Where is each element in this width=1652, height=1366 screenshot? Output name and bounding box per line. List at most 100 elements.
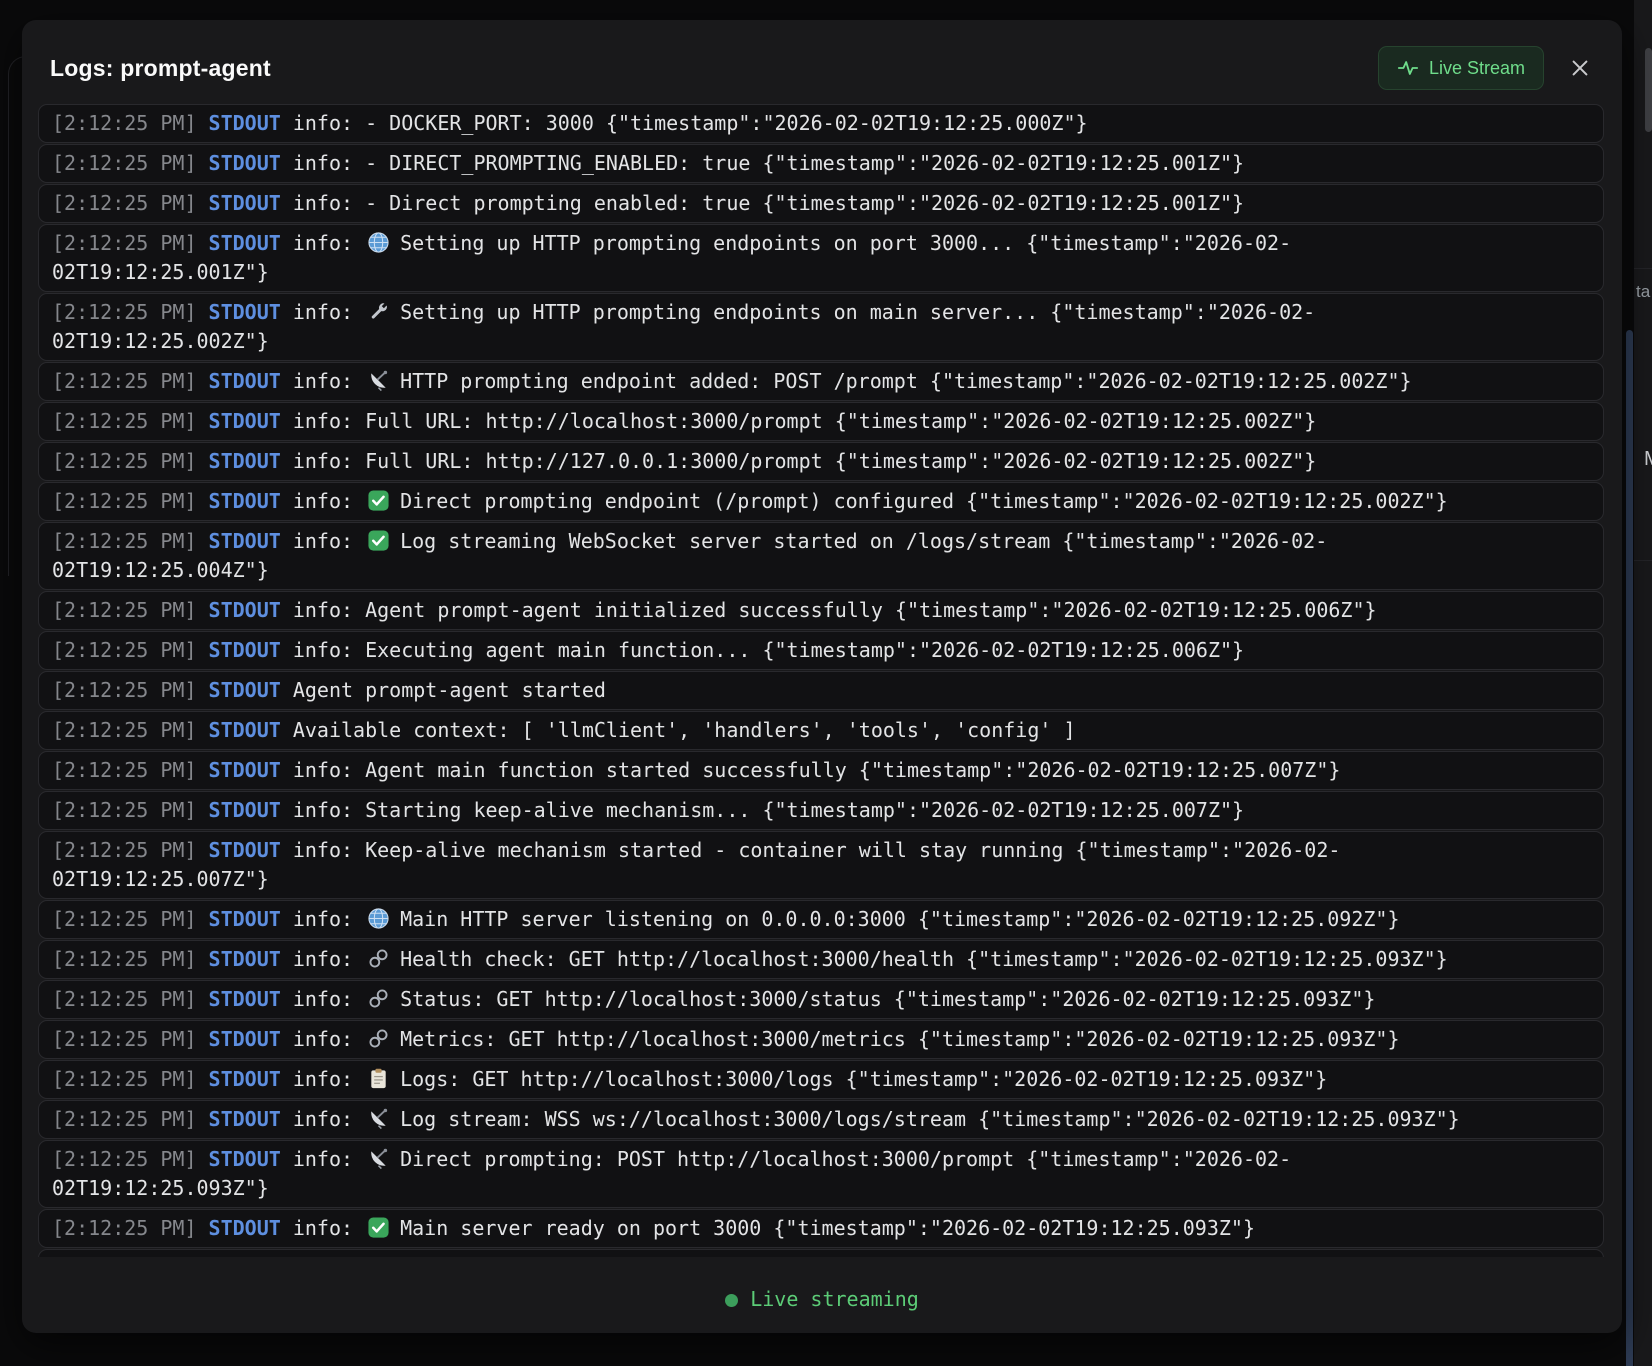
log-message: info: Metrics: GET http://localhost:3000… xyxy=(293,1027,1400,1051)
log-stream-badge: STDOUT xyxy=(209,947,281,971)
log-message: info: Main HTTP server listening on 0.0.… xyxy=(293,907,1400,931)
log-row: [2:12:25 PM] STDOUT info: - Direct promp… xyxy=(38,184,1604,223)
log-time: [2:12:25 PM] xyxy=(52,598,197,622)
log-stream-badge: STDOUT xyxy=(209,838,281,862)
log-row: [2:12:25 PM] STDOUT info: Starting keep-… xyxy=(38,791,1604,830)
log-stream-badge: STDOUT xyxy=(209,987,281,1011)
log-row: [2:12:25 PM] STDOUT info: Health check: … xyxy=(38,940,1604,979)
log-row: [2:12:25 PM] STDOUT info: Direct prompti… xyxy=(38,1140,1604,1208)
log-time: [2:12:25 PM] xyxy=(52,489,197,513)
log-row: [2:12:25 PM] STDOUT info: Direct prompti… xyxy=(38,482,1604,521)
log-list[interactable]: [2:12:25 PM] STDOUT info: - DOCKER_PORT:… xyxy=(22,104,1622,1257)
wrench-icon xyxy=(365,300,400,324)
log-time: [2:12:25 PM] xyxy=(52,1107,197,1131)
live-stream-button[interactable]: Live Stream xyxy=(1378,46,1544,90)
log-stream-badge: STDOUT xyxy=(209,798,281,822)
log-stream-badge: STDOUT xyxy=(209,369,281,393)
dialog-header: Logs: prompt-agent Live Stream xyxy=(22,20,1622,104)
log-stream-badge: STDOUT xyxy=(209,1027,281,1051)
log-stream-badge: STDOUT xyxy=(209,191,281,215)
log-time: [2:12:25 PM] xyxy=(52,718,197,742)
log-row: [2:12:25 PM] STDOUT info: Setting up HTT… xyxy=(38,293,1604,361)
log-message: info: - DIRECT_PROMPTING_ENABLED: true {… xyxy=(293,151,1244,175)
log-row: [2:12:25 PM] STDOUT Available context: [… xyxy=(38,711,1604,750)
log-stream-badge: STDOUT xyxy=(209,758,281,782)
log-message: info: Executing agent main function... {… xyxy=(293,638,1244,662)
log-time: [2:12:25 PM] xyxy=(52,1216,197,1240)
log-row: [2:12:25 PM] STDOUT info: Agent main fun… xyxy=(38,751,1604,790)
log-time: [2:12:25 PM] xyxy=(52,300,197,324)
log-time: [2:12:25 PM] xyxy=(52,151,197,175)
log-stream-badge: STDOUT xyxy=(209,718,281,742)
background-right-surface xyxy=(1634,0,1652,1366)
live-streaming-status: Live streaming xyxy=(22,1257,1622,1333)
log-message: info: Logs: GET http://localhost:3000/lo… xyxy=(293,1067,1327,1091)
log-time: [2:12:25 PM] xyxy=(52,1147,197,1171)
log-message: info: Full URL: http://127.0.0.1:3000/pr… xyxy=(293,449,1317,473)
log-row: [2:12:25 PM] STDOUT info: Keep-alive mec… xyxy=(38,831,1604,899)
log-message: info: Full URL: http://localhost:3000/pr… xyxy=(293,409,1317,433)
log-stream-badge: STDOUT xyxy=(209,1107,281,1131)
log-row: [2:14:19 PM] STDOUT info: Log stream Web… xyxy=(38,1249,1604,1257)
log-message: Available context: [ 'llmClient', 'handl… xyxy=(293,718,1076,742)
log-time: [2:12:25 PM] xyxy=(52,638,197,662)
log-message: info: HTTP prompting endpoint added: POS… xyxy=(293,369,1412,393)
log-stream-badge: STDOUT xyxy=(209,231,281,255)
scrollbar-thumb[interactable] xyxy=(1645,48,1652,132)
log-row: [2:12:25 PM] STDOUT info: Log streaming … xyxy=(38,522,1604,590)
live-dot-icon xyxy=(725,1294,738,1307)
log-stream-badge: STDOUT xyxy=(209,1216,281,1240)
log-row: [2:12:25 PM] STDOUT info: Main HTTP serv… xyxy=(38,900,1604,939)
close-icon xyxy=(1569,57,1591,79)
log-row: [2:12:25 PM] STDOUT info: Main server re… xyxy=(38,1209,1604,1248)
log-message: info: Health check: GET http://localhost… xyxy=(293,947,1448,971)
log-stream-badge: STDOUT xyxy=(209,300,281,324)
log-message: info: - DOCKER_PORT: 3000 {"timestamp":"… xyxy=(293,111,1088,135)
log-stream-badge: STDOUT xyxy=(209,638,281,662)
log-time: [2:12:25 PM] xyxy=(52,369,197,393)
log-time: [2:12:25 PM] xyxy=(52,191,197,215)
log-stream-badge: STDOUT xyxy=(209,1147,281,1171)
log-time: [2:12:25 PM] xyxy=(52,231,197,255)
log-stream-badge: STDOUT xyxy=(209,151,281,175)
globe-icon xyxy=(365,231,400,255)
log-stream-badge: STDOUT xyxy=(209,1067,281,1091)
log-row: [2:12:25 PM] STDOUT info: HTTP prompting… xyxy=(38,362,1604,401)
log-time: [2:12:25 PM] xyxy=(52,111,197,135)
log-row: [2:12:25 PM] STDOUT info: - DOCKER_PORT:… xyxy=(38,104,1604,143)
background-accent-bar xyxy=(1626,330,1633,1366)
close-button[interactable] xyxy=(1564,52,1596,84)
log-time: [2:12:25 PM] xyxy=(52,947,197,971)
log-time: [2:12:25 PM] xyxy=(52,987,197,1011)
log-row: [2:12:25 PM] STDOUT info: - DIRECT_PROMP… xyxy=(38,144,1604,183)
live-streaming-label: Live streaming xyxy=(750,1287,919,1311)
log-row: [2:12:25 PM] STDOUT info: Setting up HTT… xyxy=(38,224,1604,292)
log-stream-badge: STDOUT xyxy=(209,409,281,433)
log-time: [2:12:25 PM] xyxy=(52,838,197,862)
logs-dialog: Logs: prompt-agent Live Stream [2:12:25 … xyxy=(22,20,1622,1333)
log-time: [2:12:25 PM] xyxy=(52,449,197,473)
background-text-fragment: M xyxy=(1644,448,1652,471)
log-row: [2:12:25 PM] STDOUT info: Log stream: WS… xyxy=(38,1100,1604,1139)
log-stream-badge: STDOUT xyxy=(209,529,281,553)
page-title: Logs: prompt-agent xyxy=(50,55,271,82)
log-row: [2:12:25 PM] STDOUT info: Agent prompt-a… xyxy=(38,591,1604,630)
log-time: [2:12:25 PM] xyxy=(52,1027,197,1051)
log-stream-badge: STDOUT xyxy=(209,489,281,513)
log-message: info: Direct prompting endpoint (/prompt… xyxy=(293,489,1448,513)
link-icon xyxy=(365,987,400,1011)
live-stream-label: Live Stream xyxy=(1429,58,1525,79)
log-row: [2:12:25 PM] STDOUT info: Metrics: GET h… xyxy=(38,1020,1604,1059)
log-message: info: Log stream: WSS ws://localhost:300… xyxy=(293,1107,1460,1131)
log-row: [2:12:25 PM] STDOUT info: Status: GET ht… xyxy=(38,980,1604,1019)
background-divider xyxy=(1634,560,1652,561)
log-time: [2:12:25 PM] xyxy=(52,1067,197,1091)
log-stream-badge: STDOUT xyxy=(209,598,281,622)
log-time: [2:12:25 PM] xyxy=(52,529,197,553)
clipboard-icon xyxy=(365,1067,400,1091)
log-message: info: Status: GET http://localhost:3000/… xyxy=(293,987,1376,1011)
log-row: [2:12:25 PM] STDOUT Agent prompt-agent s… xyxy=(38,671,1604,710)
log-row: [2:12:25 PM] STDOUT info: Logs: GET http… xyxy=(38,1060,1604,1099)
log-row: [2:12:25 PM] STDOUT info: Full URL: http… xyxy=(38,402,1604,441)
log-time: [2:12:25 PM] xyxy=(52,798,197,822)
